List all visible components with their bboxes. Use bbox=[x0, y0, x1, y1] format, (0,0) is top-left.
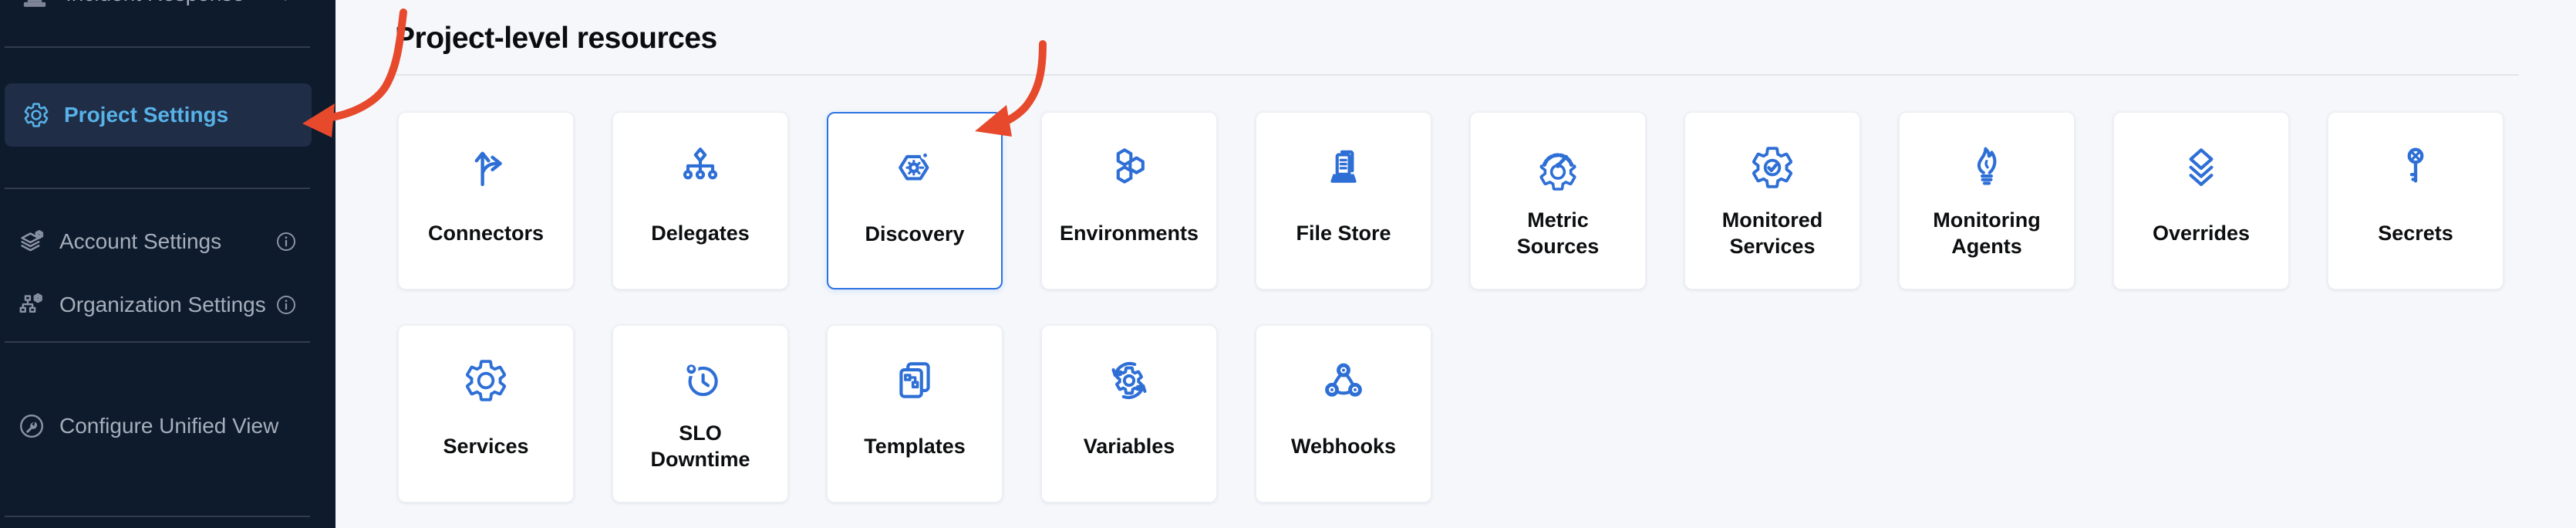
variables-icon bbox=[1105, 357, 1153, 404]
secrets-icon bbox=[2393, 144, 2438, 188]
card-label: Metric Sources bbox=[1477, 202, 1639, 264]
gear-icon bbox=[22, 100, 51, 130]
info-icon[interactable] bbox=[275, 293, 298, 316]
card-file-store[interactable]: File Store bbox=[1256, 112, 1431, 289]
card-templates[interactable]: Templates bbox=[827, 325, 1003, 503]
card-metric-sources[interactable]: Metric Sources bbox=[1470, 112, 1646, 289]
card-monitoring-agents[interactable]: Monitoring Agents bbox=[1899, 112, 2075, 289]
sidebar-item-project-settings[interactable]: Project Settings bbox=[5, 83, 312, 147]
card-label: Webhooks bbox=[1263, 415, 1425, 477]
card-label: File Store bbox=[1263, 202, 1425, 264]
page-title: Project-level resources bbox=[395, 20, 717, 57]
sidebar-item-account-settings[interactable]: Account Settings bbox=[0, 218, 335, 265]
card-connectors[interactable]: Connectors bbox=[398, 112, 574, 289]
card-label: Secrets bbox=[2335, 202, 2497, 264]
org-chart-icon bbox=[17, 290, 46, 320]
sidebar-item-organization-settings[interactable]: Organization Settings bbox=[0, 282, 335, 328]
overrides-icon bbox=[2177, 144, 2225, 191]
environments-icon bbox=[1105, 144, 1153, 191]
sidebar-divider bbox=[5, 341, 310, 343]
page: Incident Response Project Settings bbox=[0, 0, 2576, 528]
card-secrets[interactable]: Secrets bbox=[2328, 112, 2504, 289]
card-label: Environments bbox=[1048, 202, 1210, 264]
card-overrides[interactable]: Overrides bbox=[2113, 112, 2289, 289]
card-label: Monitored Services bbox=[1691, 202, 1853, 264]
monitoring-agents-icon bbox=[1963, 144, 2011, 191]
card-environments[interactable]: Environments bbox=[1041, 112, 1217, 289]
card-slo-downtime[interactable]: SLO Downtime bbox=[612, 325, 788, 503]
chevron-right-icon bbox=[277, 0, 298, 5]
card-webhooks[interactable]: Webhooks bbox=[1256, 325, 1431, 503]
siren-icon bbox=[17, 0, 52, 12]
discovery-icon bbox=[892, 144, 937, 189]
resource-card-grid: Connectors Delegates Discovery Environme… bbox=[398, 112, 2550, 503]
monitored-services-icon bbox=[1748, 144, 1796, 191]
content-divider bbox=[395, 74, 2519, 76]
card-label: Variables bbox=[1048, 415, 1210, 477]
sidebar-item-label: Configure Unified View bbox=[59, 414, 278, 438]
card-label: Delegates bbox=[619, 202, 781, 264]
sidebar-item-label: Incident Response bbox=[66, 0, 244, 6]
card-label: Templates bbox=[834, 415, 996, 477]
sidebar-divider bbox=[5, 516, 310, 517]
connectors-icon bbox=[462, 144, 510, 191]
sidebar-item-incident-response[interactable]: Incident Response bbox=[0, 0, 335, 22]
card-label: Overrides bbox=[2120, 202, 2282, 264]
info-icon[interactable] bbox=[275, 230, 298, 253]
webhooks-icon bbox=[1320, 357, 1367, 404]
account-layers-icon bbox=[17, 227, 46, 256]
services-icon bbox=[462, 357, 510, 404]
sidebar: Incident Response Project Settings bbox=[0, 0, 335, 528]
card-label: SLO Downtime bbox=[619, 415, 781, 477]
metric-sources-icon bbox=[1534, 144, 1582, 191]
card-discovery[interactable]: Discovery bbox=[827, 112, 1003, 289]
delegates-icon bbox=[676, 144, 724, 191]
wrench-circle-icon bbox=[17, 411, 46, 441]
card-label: Discovery bbox=[835, 203, 995, 265]
card-monitored-services[interactable]: Monitored Services bbox=[1684, 112, 1860, 289]
card-label: Connectors bbox=[405, 202, 567, 264]
card-label: Services bbox=[405, 415, 567, 477]
slo-downtime-icon bbox=[676, 357, 724, 404]
card-label: Monitoring Agents bbox=[1906, 202, 2068, 264]
card-services[interactable]: Services bbox=[398, 325, 574, 503]
sidebar-item-label: Organization Settings bbox=[59, 293, 266, 317]
sidebar-item-label: Project Settings bbox=[64, 103, 228, 127]
sidebar-item-label: Account Settings bbox=[59, 229, 221, 254]
templates-icon bbox=[891, 357, 939, 404]
card-variables[interactable]: Variables bbox=[1041, 325, 1217, 503]
sidebar-divider bbox=[5, 46, 310, 48]
sidebar-item-configure-unified-view[interactable]: Configure Unified View bbox=[0, 403, 335, 449]
card-delegates[interactable]: Delegates bbox=[612, 112, 788, 289]
file-store-icon bbox=[1320, 144, 1367, 191]
sidebar-divider bbox=[5, 188, 310, 189]
